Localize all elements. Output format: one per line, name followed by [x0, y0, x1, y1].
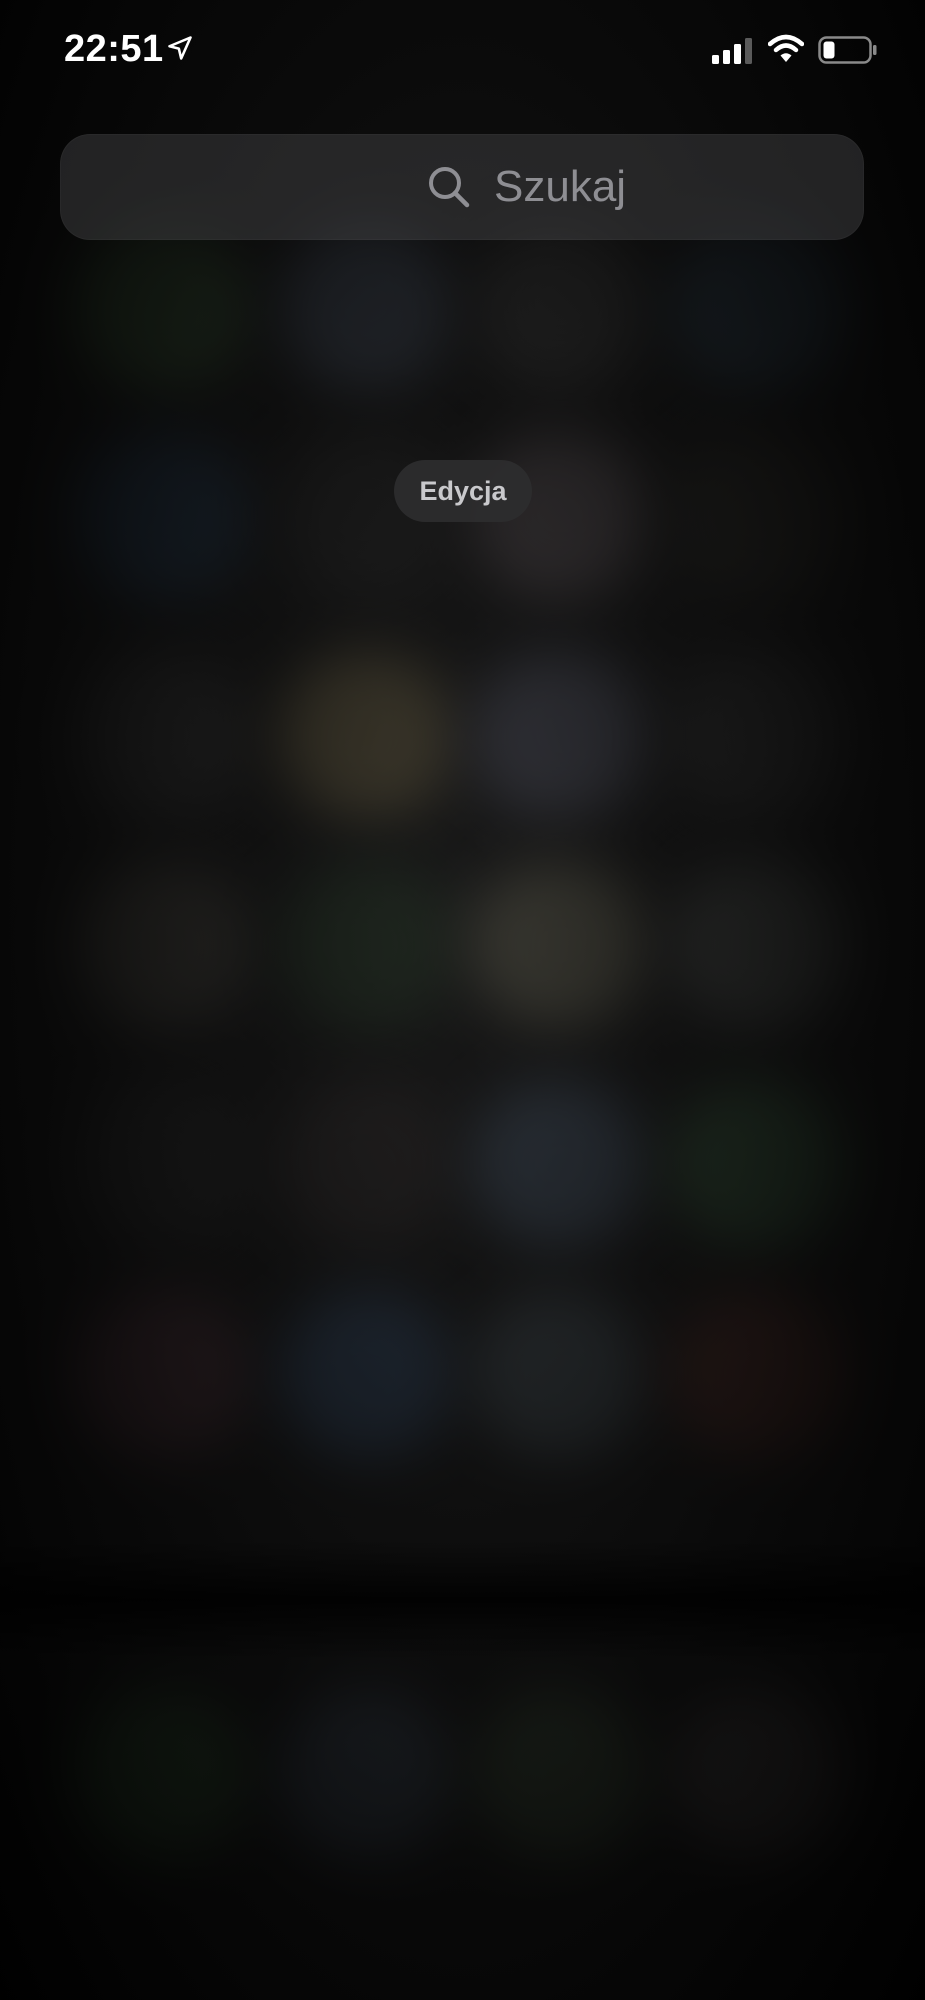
wifi-icon — [768, 34, 804, 62]
dock-separator-shade — [0, 1540, 925, 1660]
search-bar[interactable]: Szukaj — [60, 134, 864, 240]
cellular-signal-icon — [712, 38, 752, 64]
dim-overlay — [0, 0, 925, 2000]
blurred-app-grid-background — [0, 0, 925, 2000]
status-time: 22:51 — [64, 28, 164, 70]
status-bar: 22:51 — [0, 0, 925, 100]
search-icon — [429, 167, 470, 208]
location-arrow-icon — [168, 36, 192, 60]
home-screen-jiggle-mode: 22:51 Szukaj Edycja — [0, 0, 925, 2000]
search-placeholder: Szukaj — [494, 162, 627, 211]
battery-icon — [818, 36, 877, 64]
edit-button[interactable]: Edycja — [394, 460, 532, 522]
